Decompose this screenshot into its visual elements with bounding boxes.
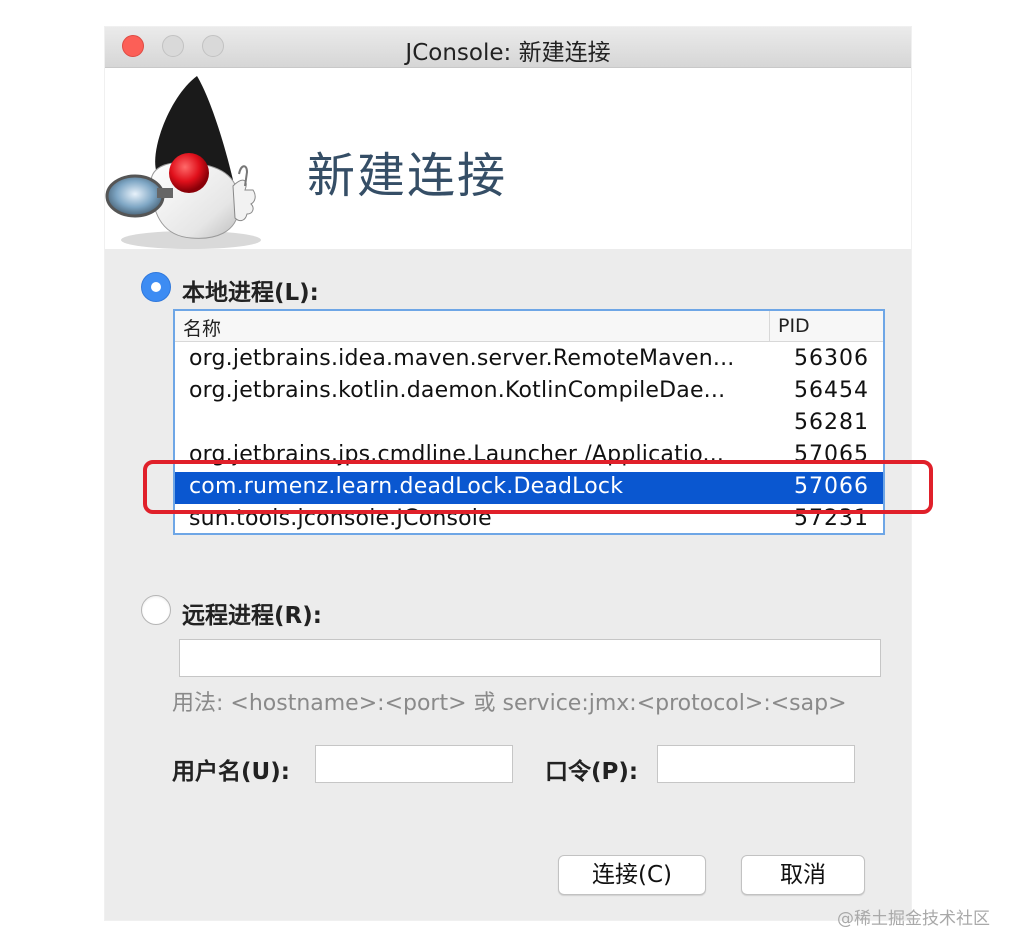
process-pid: 57065 [794,442,869,467]
table-row[interactable]: org.jetbrains.kotlin.daemon.KotlinCompil… [175,376,883,408]
remote-address-input[interactable] [179,639,881,677]
jconsole-new-connection-dialog: JConsole: 新建连接 新建连接 本地进程(L): 名称 PID org.… [105,27,933,920]
username-input[interactable] [315,745,513,783]
remote-process-label[interactable]: 远程进程(R): [182,596,322,630]
process-name: org.jetbrains.idea.maven.server.RemoteMa… [189,346,735,371]
cancel-button[interactable]: 取消 [741,855,865,895]
process-name: com.rumenz.learn.deadLock.DeadLock [189,474,624,499]
banner-title: 新建连接 [307,148,508,204]
process-pid: 56306 [794,346,869,371]
column-header-name[interactable]: 名称 [183,314,221,341]
duke-java-mascot-icon [105,76,261,249]
local-process-label[interactable]: 本地进程(L): [182,273,319,307]
window-title: JConsole: 新建连接 [405,40,611,66]
connect-button[interactable]: 连接(C) [558,855,706,895]
password-label: 口令(P): [545,759,639,785]
table-header: 名称 PID [175,311,883,342]
table-row[interactable]: org.jetbrains.idea.maven.server.RemoteMa… [175,344,883,376]
column-header-pid[interactable]: PID [769,311,883,341]
process-pid: 56281 [794,410,869,435]
local-process-table[interactable]: 名称 PID org.jetbrains.idea.maven.server.R… [173,309,885,535]
process-pid: 57231 [794,506,869,531]
table-row-selected[interactable]: com.rumenz.learn.deadLock.DeadLock 57066 [175,472,883,504]
username-label: 用户名(U): [172,759,290,785]
table-row[interactable]: sun.tools.jconsole.JConsole 57231 [175,504,883,533]
title-bar[interactable]: JConsole: 新建连接 [105,27,911,68]
password-input[interactable] [657,745,855,783]
process-name: sun.tools.jconsole.JConsole [189,506,492,531]
process-pid: 57066 [794,474,869,499]
process-name: org.jetbrains.jps.cmdline.Launcher /Appl… [189,442,725,467]
table-row[interactable]: org.jetbrains.jps.cmdline.Launcher /Appl… [175,440,883,472]
remote-usage-hint: 用法: <hostname>:<port> 或 service:jmx:<pro… [172,691,847,716]
remote-process-radio[interactable] [141,595,171,625]
process-pid: 56454 [794,378,869,403]
local-process-radio[interactable] [141,272,171,302]
dialog-banner: 新建连接 [105,68,911,249]
watermark-text: @稀土掘金技术社区 [837,909,990,929]
process-name: org.jetbrains.kotlin.daemon.KotlinCompil… [189,378,726,403]
table-row[interactable]: 56281 [175,408,883,440]
